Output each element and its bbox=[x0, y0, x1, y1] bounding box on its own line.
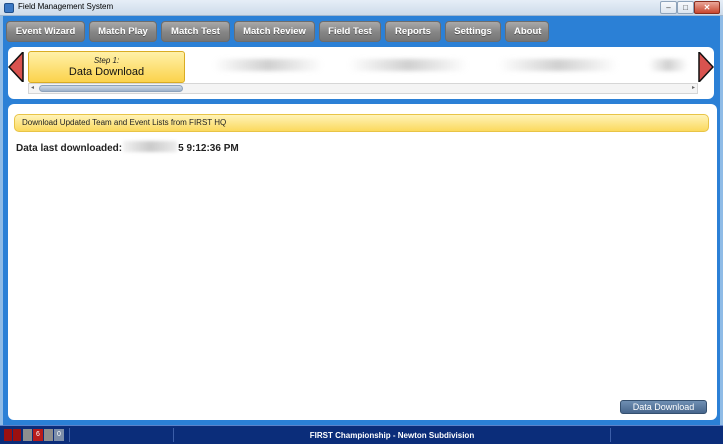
nav-about[interactable]: About bbox=[505, 21, 549, 42]
nav-settings[interactable]: Settings bbox=[445, 21, 501, 42]
maximize-button[interactable]: □ bbox=[677, 1, 694, 14]
event-name: FIRST Championship - Newton Subdivision bbox=[309, 431, 475, 440]
last-downloaded-time: 5 9:12:36 PM bbox=[178, 143, 239, 154]
window-title: Field Management System bbox=[18, 2, 114, 11]
close-button[interactable]: ✕ bbox=[694, 1, 720, 14]
scrollbar-thumb[interactable] bbox=[39, 85, 183, 92]
status-counter-a: 6 bbox=[33, 429, 43, 441]
nav-reports[interactable]: Reports bbox=[385, 21, 441, 42]
step-placeholder-5 bbox=[648, 59, 688, 71]
step-name: Data Download bbox=[68, 66, 145, 78]
status-red-light-icon bbox=[13, 429, 21, 441]
step-number: Step 1: bbox=[93, 56, 120, 65]
nav-field-test[interactable]: Field Test bbox=[319, 21, 381, 42]
step-placeholder-4 bbox=[498, 59, 618, 71]
step-placeholder-2 bbox=[213, 59, 323, 71]
nav-match-play[interactable]: Match Play bbox=[89, 21, 157, 42]
next-step-arrow-icon[interactable] bbox=[698, 52, 714, 82]
steps-scrollbar[interactable]: ◂ ▸ bbox=[28, 83, 698, 94]
nav-event-wizard[interactable]: Event Wizard bbox=[6, 21, 85, 42]
section-banner: Download Updated Team and Event Lists fr… bbox=[14, 114, 709, 132]
status-bar: 6 0 FIRST Championship - Newton Subdivis… bbox=[0, 425, 723, 444]
scroll-right-icon[interactable]: ▸ bbox=[692, 84, 695, 93]
status-counter-b: 0 bbox=[54, 429, 64, 441]
previous-step-arrow-icon[interactable] bbox=[8, 52, 24, 82]
nav-match-review[interactable]: Match Review bbox=[234, 21, 315, 42]
status-cell bbox=[69, 428, 173, 442]
scroll-left-icon[interactable]: ◂ bbox=[31, 84, 34, 93]
wizard-step-data-download[interactable]: Step 1: Data Download bbox=[28, 51, 185, 83]
status-cell bbox=[610, 428, 720, 442]
minimize-button[interactable]: – bbox=[660, 1, 677, 14]
last-downloaded-label: Data last downloaded: bbox=[16, 143, 123, 154]
step-placeholder-3 bbox=[348, 59, 468, 71]
content-panel: Download Updated Team and Event Lists fr… bbox=[8, 104, 717, 420]
redacted-date bbox=[123, 141, 178, 152]
data-download-button[interactable]: Data Download bbox=[620, 400, 707, 414]
status-red-light-icon bbox=[4, 429, 12, 441]
nav-match-test[interactable]: Match Test bbox=[161, 21, 230, 42]
status-gray-light-icon bbox=[23, 429, 32, 441]
title-bar: Field Management System – □ ✕ bbox=[0, 0, 723, 16]
status-gray-light-icon bbox=[44, 429, 53, 441]
last-downloaded-row: Data last downloaded: 5 9:12:36 PM bbox=[16, 141, 239, 154]
app-icon bbox=[4, 3, 14, 13]
main-nav: Event Wizard Match Play Match Test Match… bbox=[6, 21, 549, 43]
